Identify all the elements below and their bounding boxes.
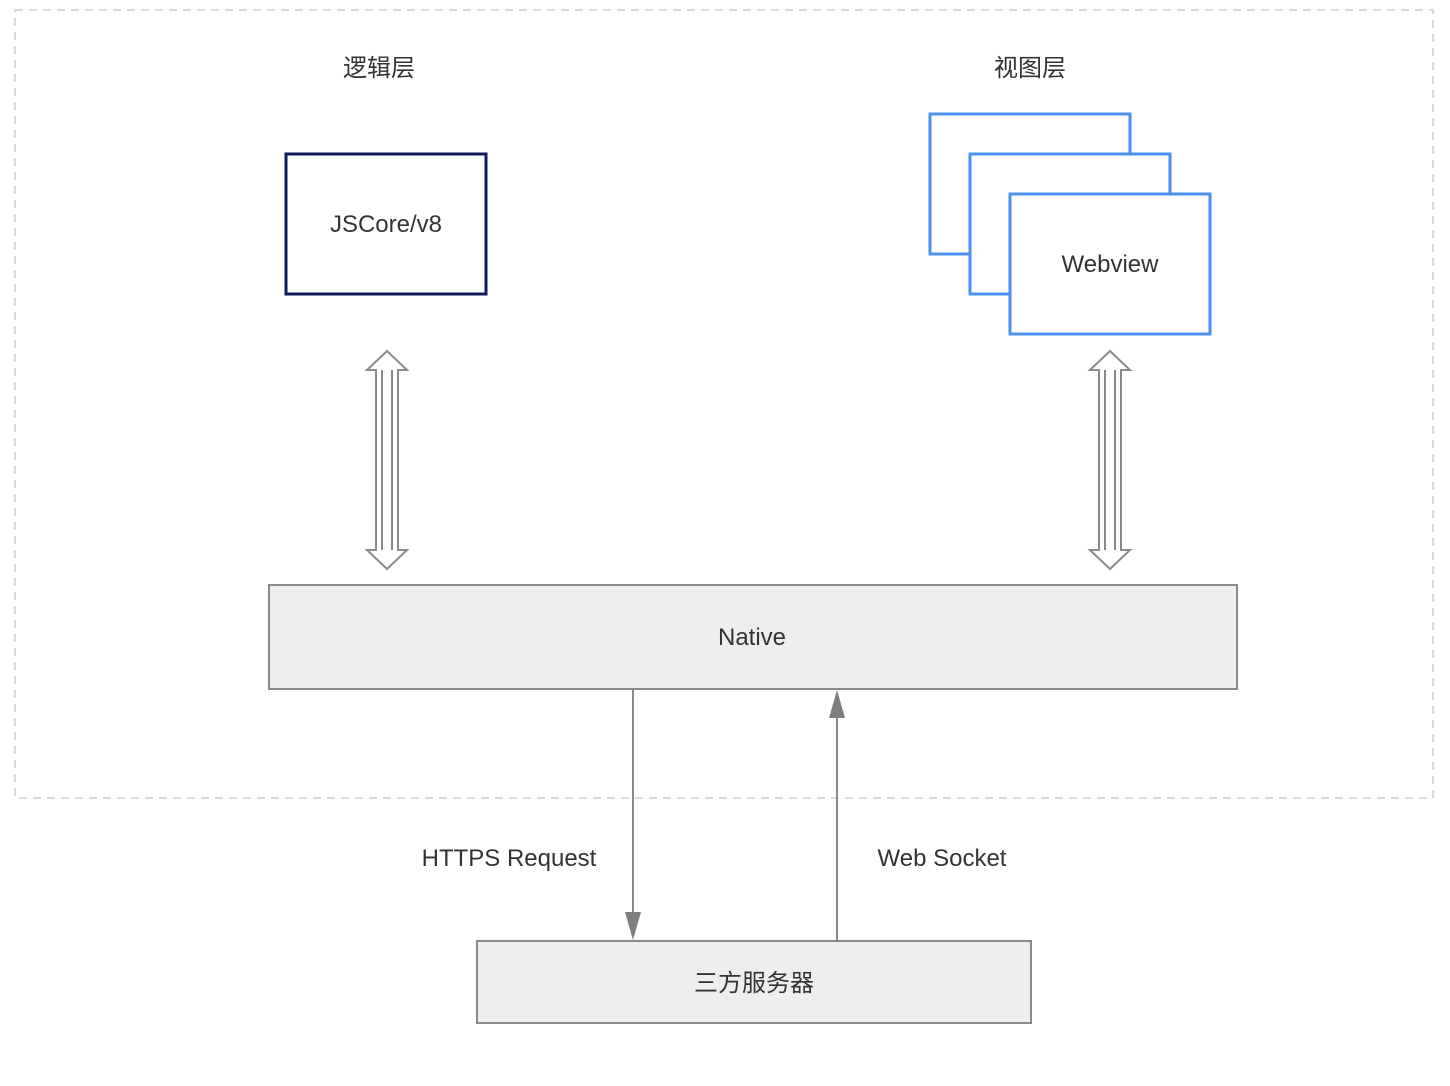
- view-layer-label: 视图层: [994, 55, 1066, 82]
- jscore-label: JSCore/v8: [330, 211, 442, 238]
- logic-native-double-arrow: [364, 349, 410, 571]
- https-request-arrowhead: [625, 912, 641, 940]
- web-socket-label: Web Socket: [878, 845, 1007, 872]
- architecture-diagram: 逻辑层 视图层 JSCore/v8 Webview Native HTTPS R…: [14, 9, 1434, 1024]
- third-party-server-label: 三方服务器: [694, 970, 814, 997]
- native-label: Native: [718, 624, 786, 651]
- webview-label: Webview: [1062, 251, 1160, 278]
- logic-layer-label: 逻辑层: [343, 55, 415, 82]
- web-socket-arrowhead: [829, 690, 845, 718]
- view-native-double-arrow: [1087, 349, 1133, 571]
- https-request-label: HTTPS Request: [422, 845, 597, 872]
